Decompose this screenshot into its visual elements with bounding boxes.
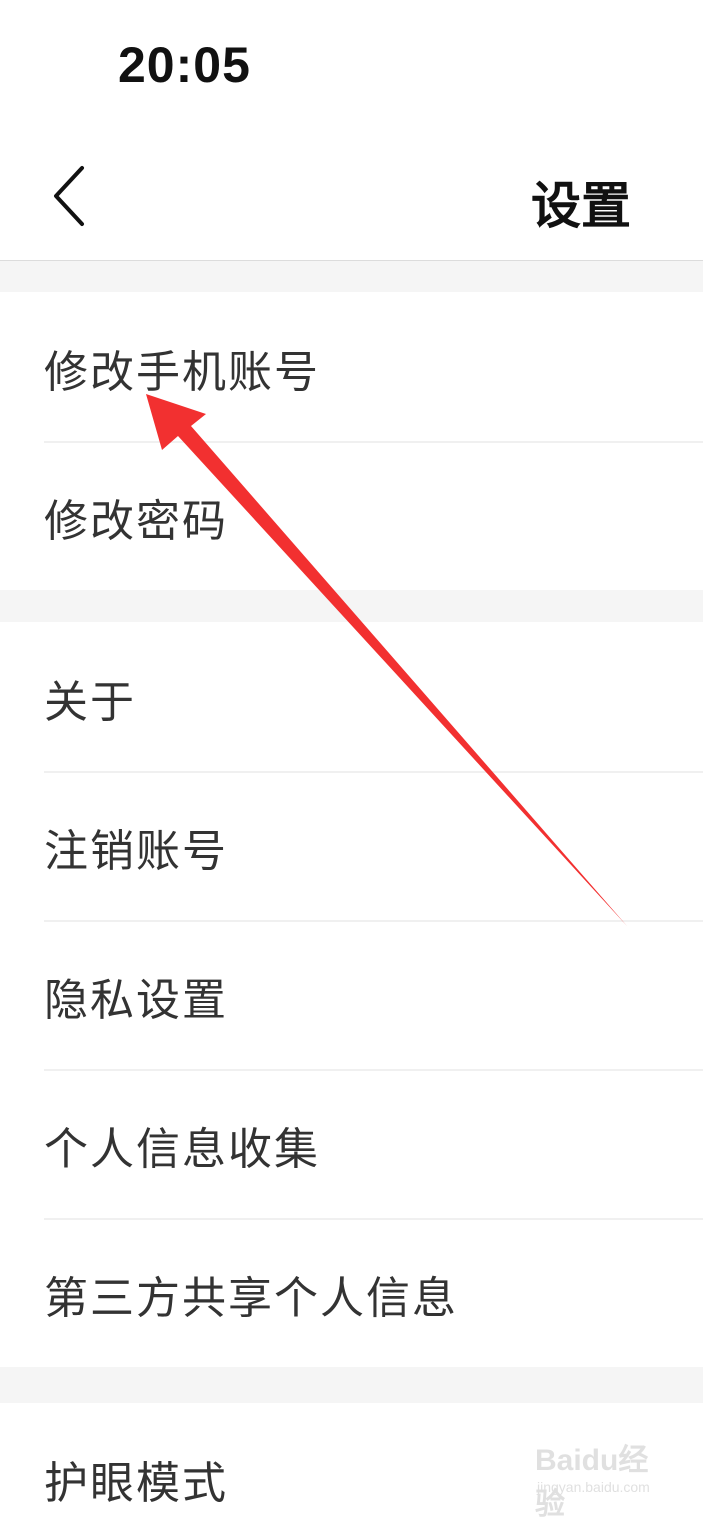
settings-item-label: 注销账号 (44, 826, 228, 877)
row-divider (44, 1069, 703, 1071)
settings-item-deactivate-account[interactable]: 注销账号 (0, 771, 703, 920)
settings-item-label: 修改密码 (44, 496, 228, 547)
settings-screen: 20:05 设置 修改手机账号 修改密码 关于 注销账号 隐私设置 个人信息收集… (0, 0, 703, 1519)
settings-item-label: 个人信息收集 (44, 1124, 320, 1175)
watermark-domain: jingyan.baidu.com (537, 1479, 650, 1495)
settings-item-label: 隐私设置 (44, 975, 228, 1026)
watermark-brand: Baidu经验 (535, 1444, 649, 1519)
page-title: 设置 (531, 177, 631, 235)
row-divider (44, 1218, 703, 1220)
row-divider (44, 771, 703, 773)
settings-item-label: 修改手机账号 (44, 347, 320, 398)
settings-item-about[interactable]: 关于 (0, 622, 703, 771)
watermark: Baidu经验 jingyan.baidu.com (535, 1415, 665, 1519)
status-time: 20:05 (118, 37, 251, 93)
settings-item-third-party-sharing[interactable]: 第三方共享个人信息 (0, 1218, 703, 1367)
nav-bar: 设置 (0, 130, 703, 261)
settings-item-label: 护眼模式 (44, 1458, 228, 1509)
section-gap (0, 261, 703, 292)
row-divider (44, 441, 703, 443)
section-gap (0, 1367, 703, 1403)
status-bar: 20:05 (0, 0, 703, 130)
section-gap (0, 590, 703, 622)
row-divider (44, 920, 703, 922)
settings-item-personal-info-collection[interactable]: 个人信息收集 (0, 1069, 703, 1218)
settings-item-label: 第三方共享个人信息 (44, 1273, 458, 1324)
chevron-left-icon (54, 166, 84, 226)
settings-item-privacy[interactable]: 隐私设置 (0, 920, 703, 1069)
settings-item-label: 关于 (44, 677, 136, 728)
back-button[interactable] (36, 158, 106, 238)
settings-item-change-password[interactable]: 修改密码 (0, 441, 703, 590)
settings-item-change-phone[interactable]: 修改手机账号 (0, 292, 703, 441)
